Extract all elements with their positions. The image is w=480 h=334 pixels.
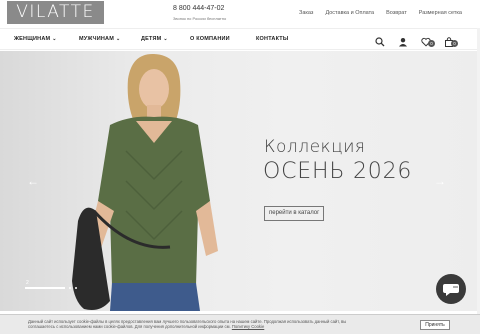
link-delivery[interactable]: Доставка и Оплата bbox=[325, 10, 374, 16]
arrow-right-icon[interactable]: → bbox=[434, 174, 446, 188]
hero-banner: Коллекция ОСЕНЬ 2026 перейти в каталог ←… bbox=[0, 51, 480, 311]
fav-count-badge: 0 bbox=[428, 40, 435, 47]
phone-number[interactable]: 8 800 444-47-02 bbox=[173, 5, 224, 12]
slide-indicator[interactable] bbox=[69, 287, 71, 289]
bag-icon[interactable]: 0 bbox=[444, 34, 458, 47]
top-links: Заказ Доставка и Оплата Возврат Размерна… bbox=[299, 10, 462, 16]
chat-button[interactable] bbox=[436, 274, 466, 304]
chat-icon bbox=[443, 284, 459, 296]
slide-indicator-active[interactable] bbox=[25, 287, 65, 289]
accept-cookies-button[interactable]: Принять bbox=[420, 320, 450, 330]
nav-kids[interactable]: ДЕТЯМ ⌄ bbox=[141, 36, 168, 42]
chevron-down-icon: ⌄ bbox=[115, 36, 121, 42]
cart-count-badge: 0 bbox=[451, 40, 458, 47]
slider-pagination bbox=[25, 287, 77, 289]
link-order[interactable]: Заказ bbox=[299, 10, 313, 16]
catalog-button[interactable]: перейти в каталог bbox=[264, 206, 325, 221]
nav-kids-label: ДЕТЯМ bbox=[141, 36, 162, 42]
cookie-text: Данный сайт использует cookie-файлы в це… bbox=[28, 319, 368, 329]
slide-number: 2 bbox=[26, 280, 29, 286]
link-size-chart[interactable]: Размерная сетка bbox=[419, 10, 462, 16]
nav-contacts[interactable]: КОНТАКТЫ bbox=[256, 36, 288, 42]
chevron-down-icon: ⌄ bbox=[52, 36, 57, 42]
nav-icons: 0 0 bbox=[375, 34, 458, 47]
user-icon[interactable] bbox=[398, 34, 408, 47]
cookie-banner: Данный сайт использует cookie-файлы в це… bbox=[0, 314, 480, 334]
cookie-policy-link[interactable]: Политику Cookie bbox=[232, 324, 264, 329]
phone-note: Звонок по России бесплатно bbox=[173, 16, 227, 21]
nav-men-label: МУЖЧИНАМ bbox=[79, 36, 114, 42]
site-logo[interactable]: VILATTE bbox=[7, 1, 104, 24]
nav-men[interactable]: МУЖЧИНАМ ⌄ bbox=[79, 36, 120, 42]
link-return[interactable]: Возврат bbox=[386, 10, 407, 16]
slide-indicator[interactable] bbox=[75, 287, 77, 289]
hero-model-image bbox=[72, 53, 218, 311]
hero-subtitle: ОСЕНЬ 2026 bbox=[263, 159, 413, 184]
arrow-left-icon[interactable]: ← bbox=[27, 174, 39, 188]
top-header: VILATTE 8 800 444-47-02 Звонок по России… bbox=[0, 0, 480, 28]
chevron-down-icon: ⌄ bbox=[163, 36, 168, 42]
nav-women[interactable]: ЖЕНЩИНАМ ⌄ bbox=[14, 36, 57, 42]
nav-about[interactable]: О КОМПАНИИ bbox=[190, 36, 230, 42]
hero-title: Коллекция bbox=[264, 137, 366, 157]
main-nav: ЖЕНЩИНАМ ⌄ МУЖЧИНАМ ⌄ ДЕТЯМ ⌄ О КОМПАНИИ КО… bbox=[0, 28, 480, 50]
heart-icon[interactable]: 0 bbox=[421, 34, 435, 47]
search-icon[interactable] bbox=[375, 34, 385, 47]
nav-women-label: ЖЕНЩИНАМ bbox=[14, 36, 51, 42]
cookie-message: Данный сайт использует cookie-файлы в це… bbox=[28, 319, 347, 329]
